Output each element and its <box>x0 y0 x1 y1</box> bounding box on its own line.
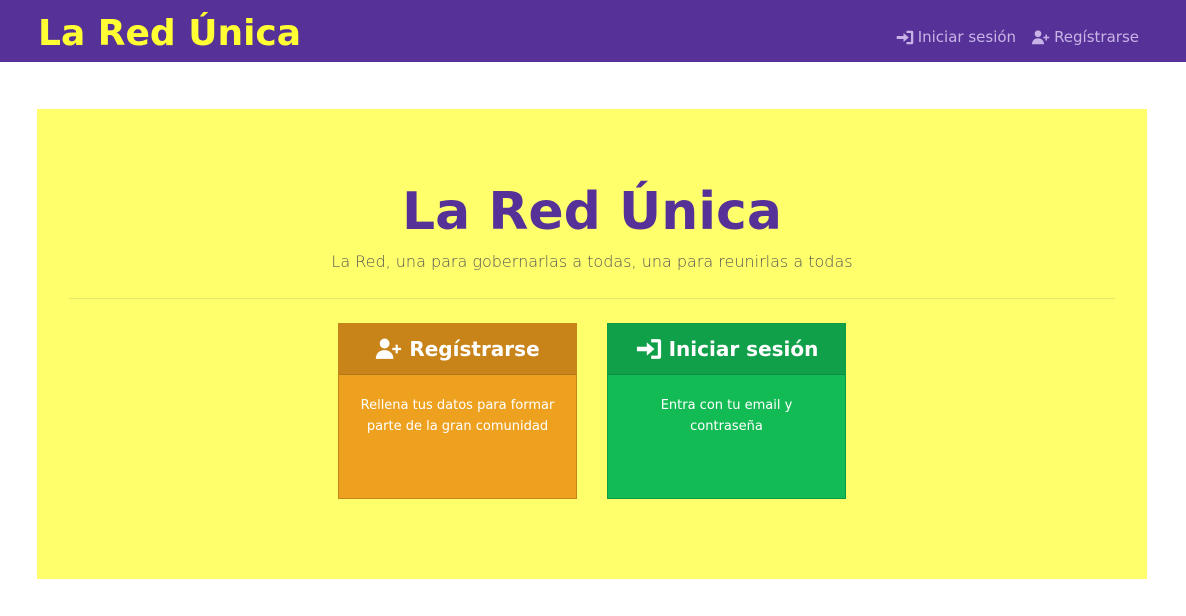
login-card-header[interactable]: Iniciar sesión <box>608 324 845 375</box>
nav-register-label: Regístrarse <box>1054 28 1139 46</box>
user-plus-icon <box>1032 29 1050 44</box>
nav-login-label: Iniciar sesión <box>917 28 1017 46</box>
brand-logo[interactable]: La Red Única <box>38 10 301 58</box>
hero-lead: La Red, una para gobernarlas a todas, un… <box>331 252 853 271</box>
hero-title: La Red Única <box>402 182 782 242</box>
nav-login-link[interactable]: Iniciar sesión <box>896 27 1016 47</box>
register-card[interactable]: Regístrarse Rellena tus datos para forma… <box>338 323 577 499</box>
login-card-text: Entra con tu email y contraseña <box>660 398 793 434</box>
nav-links: Iniciar sesión Regístrarse <box>896 27 1139 47</box>
login-card[interactable]: Iniciar sesión Entra con tu email y cont… <box>607 323 846 499</box>
user-plus-icon <box>376 338 402 359</box>
sign-in-icon <box>896 30 913 44</box>
nav-register-link[interactable]: Regístrarse <box>1032 27 1139 47</box>
login-card-title: Iniciar sesión <box>668 337 819 361</box>
top-navbar: La Red Única Iniciar sesión Regístrarse <box>0 0 1186 62</box>
register-card-title: Regístrarse <box>409 337 540 361</box>
hero-divider <box>69 298 1115 299</box>
sign-in-icon <box>636 339 661 359</box>
hero-jumbotron: La Red Única La Red, una para gobernarla… <box>37 109 1147 579</box>
register-card-header[interactable]: Regístrarse <box>339 324 576 375</box>
register-card-text: Rellena tus datos para formar parte de l… <box>360 398 555 434</box>
